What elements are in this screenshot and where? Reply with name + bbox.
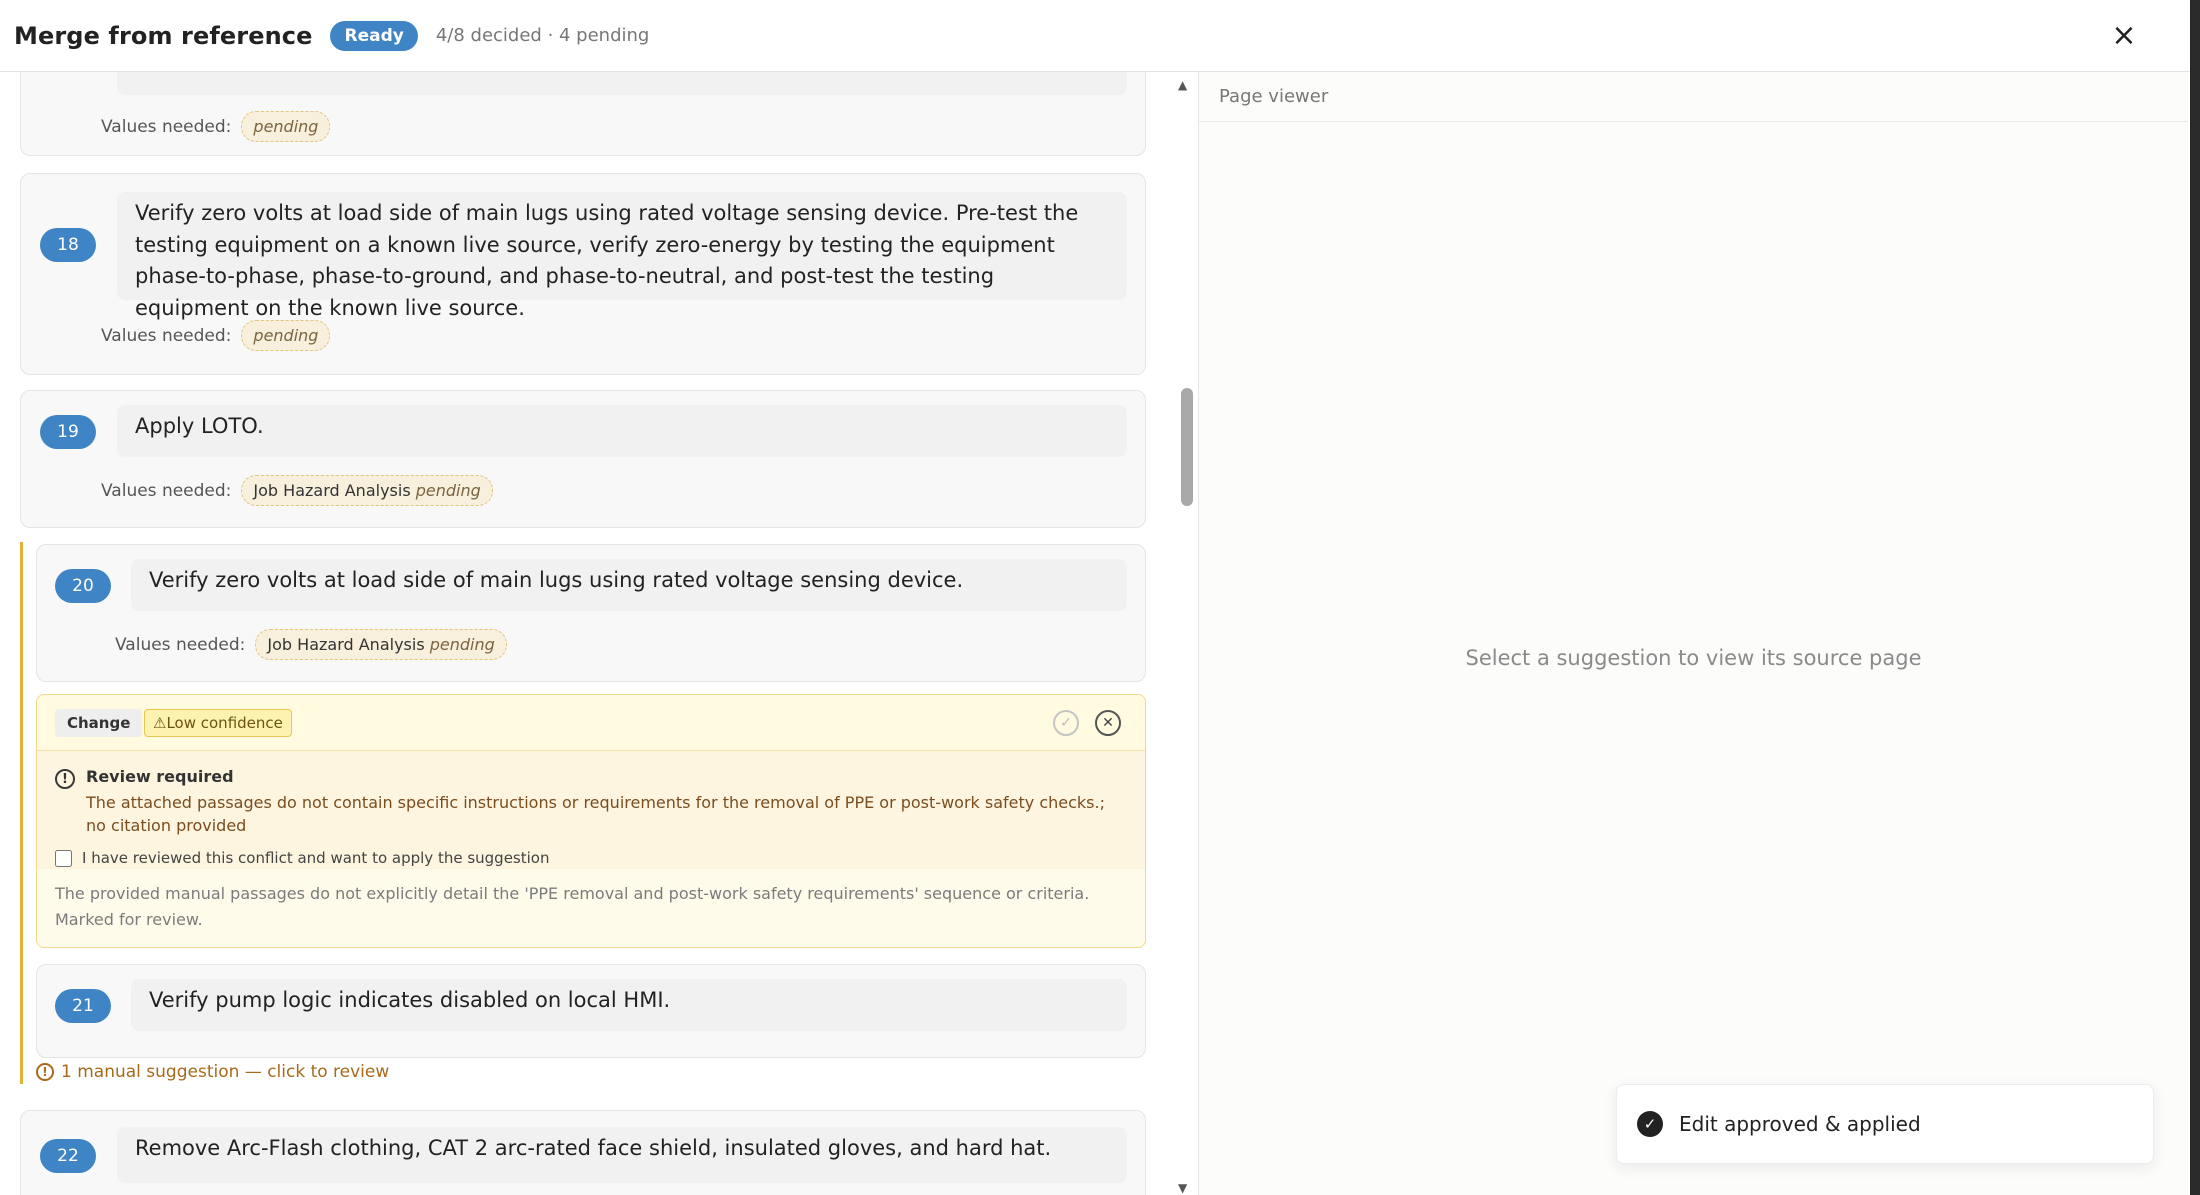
toast-message: Edit approved & applied <box>1679 1112 1921 1136</box>
decision-summary: 4/8 decided · 4 pending <box>435 25 650 46</box>
value-pill[interactable]: Job Hazard Analysis pending <box>255 629 507 660</box>
value-status: pending <box>253 326 319 345</box>
step-number: 19 <box>40 415 96 449</box>
warning-icon: ⚠ <box>153 714 167 732</box>
step-text[interactable]: Apply LOTO. <box>117 405 1127 457</box>
dialog-title: Merge from reference <box>14 21 313 50</box>
values-needed: Values needed: Job Hazard Analysis pendi… <box>101 475 493 506</box>
check-circle-icon: ✓ <box>1637 1111 1663 1137</box>
low-confidence-badge: ⚠Low confidence <box>144 709 292 737</box>
status-badge: Ready <box>330 20 418 51</box>
step-card[interactable]: 18 Verify zero volts at load side of mai… <box>20 173 1146 375</box>
values-needed: Values needed: pending <box>101 320 331 351</box>
step-text[interactable]: Verify pump logic indicates disabled on … <box>131 979 1127 1031</box>
values-needed: Values needed: pending <box>101 111 331 142</box>
suggestion-panel[interactable]: Change ⚠Low confidence ✓ ✕ ! Review requ… <box>36 694 1146 948</box>
alert-circle-icon: ! <box>55 769 75 789</box>
step-card[interactable]: 19 Apply LOTO. Values needed: Job Hazard… <box>20 390 1146 528</box>
review-required-box: ! Review required The attached passages … <box>37 751 1145 869</box>
step-card[interactable]: 21 Verify pump logic indicates disabled … <box>36 964 1146 1058</box>
values-needed-label: Values needed: <box>101 325 232 346</box>
change-type-tag: Change <box>55 709 143 737</box>
approve-icon[interactable]: ✓ <box>1053 710 1079 736</box>
value-pill[interactable]: Job Hazard Analysis pending <box>241 475 493 506</box>
step-list-scrollbar[interactable]: ▲ ▼ <box>1174 72 1196 1195</box>
values-needed: Values needed: Job Hazard Analysis pendi… <box>115 629 507 660</box>
values-needed-label: Values needed: <box>101 116 232 137</box>
suggestion-toolbar: Change ⚠Low confidence ✓ ✕ <box>37 695 1145 751</box>
conflict-accent-bar <box>20 542 23 1084</box>
value-status: pending <box>429 635 495 654</box>
reject-icon[interactable]: ✕ <box>1095 710 1121 736</box>
step-number: 22 <box>40 1139 96 1173</box>
alert-circle-icon: ! <box>36 1063 54 1081</box>
toast-notification: ✓ Edit approved & applied <box>1616 1084 2154 1164</box>
values-needed-label: Values needed: <box>101 480 232 501</box>
step-text[interactable]: Verify zero volts at load side of main l… <box>131 559 1127 611</box>
review-checkbox-label: I have reviewed this conflict and want t… <box>82 849 550 867</box>
step-number: 21 <box>55 989 111 1023</box>
step-number: 20 <box>55 569 111 603</box>
step-card[interactable]: 20 Verify zero volts at load side of mai… <box>36 544 1146 682</box>
value-pill[interactable]: pending <box>241 111 331 142</box>
step-list[interactable]: Values needed: pending 18 Verify zero vo… <box>0 72 1160 1195</box>
value-pill[interactable]: pending <box>241 320 331 351</box>
step-text[interactable]: Remove Arc-Flash clothing, CAT 2 arc-rat… <box>117 1127 1127 1183</box>
step-number: 18 <box>40 228 96 262</box>
review-confirm-checkbox[interactable]: I have reviewed this conflict and want t… <box>55 849 549 867</box>
scroll-down-arrow-icon[interactable]: ▼ <box>1178 1181 1187 1195</box>
page-viewer: Page viewer Select a suggestion to view … <box>1198 72 2188 1195</box>
manual-suggestion-link[interactable]: ! 1 manual suggestion — click to review <box>36 1062 389 1082</box>
step-text[interactable]: Verify zero volts at load side of main l… <box>117 192 1127 320</box>
review-checkbox-input[interactable] <box>55 849 72 867</box>
step-card[interactable]: Values needed: pending <box>20 72 1146 156</box>
scroll-up-arrow-icon[interactable]: ▲ <box>1178 78 1187 92</box>
close-icon[interactable]: × <box>2102 13 2146 57</box>
review-title: Review required <box>86 767 234 786</box>
window-edge <box>2190 0 2200 1195</box>
scrollbar-thumb[interactable] <box>1181 388 1193 506</box>
value-status: pending <box>253 117 319 136</box>
dialog-header: Merge from reference Ready 4/8 decided ·… <box>0 0 2190 72</box>
suggestion-note: The provided manual passages do not expl… <box>55 884 1090 929</box>
step-text[interactable] <box>117 72 1127 95</box>
step-card[interactable]: 22 Remove Arc-Flash clothing, CAT 2 arc-… <box>20 1110 1146 1195</box>
review-body: The attached passages do not contain spe… <box>86 793 1105 835</box>
page-viewer-title: Page viewer <box>1199 72 2188 122</box>
value-status: pending <box>415 481 481 500</box>
values-needed-label: Values needed: <box>115 634 246 655</box>
page-viewer-empty-state: Select a suggestion to view its source p… <box>1465 646 1922 670</box>
